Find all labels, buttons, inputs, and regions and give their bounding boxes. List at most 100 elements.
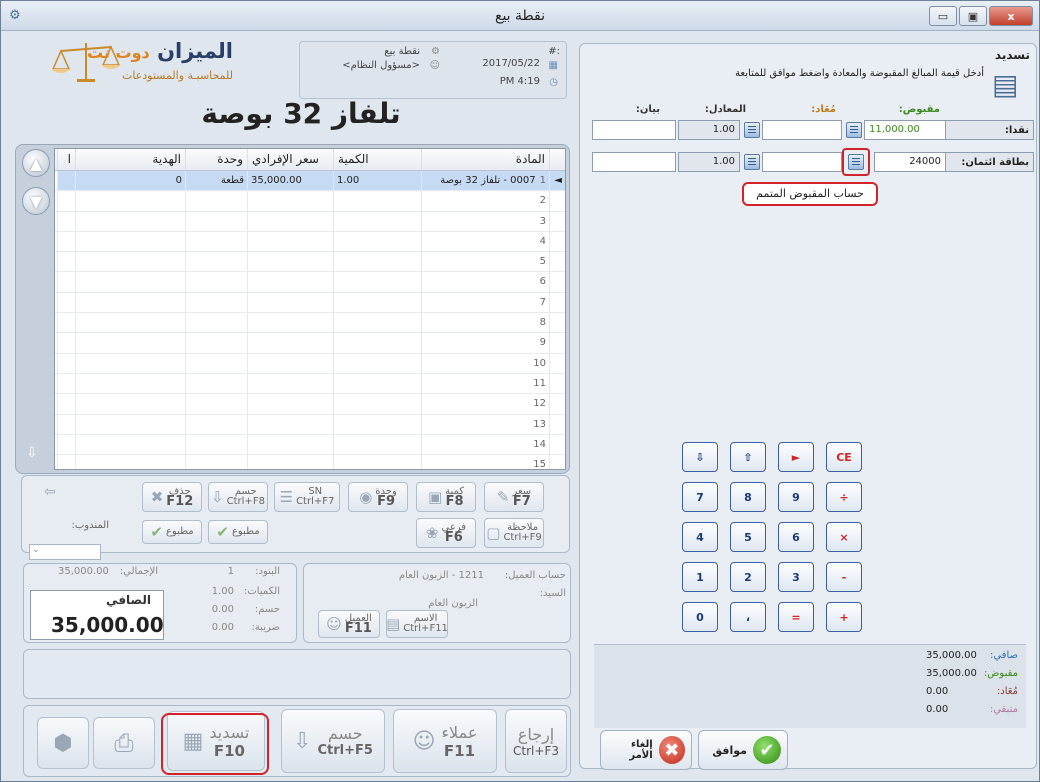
table-row[interactable]: 14 — [55, 434, 565, 456]
header-qty[interactable]: الكمية — [333, 149, 421, 170]
card-returned-input[interactable] — [762, 152, 842, 172]
sub-button[interactable]: فرعي F6 ❀ — [416, 518, 476, 548]
keypad-key[interactable]: ، — [730, 602, 766, 632]
header-price[interactable]: سعر الإفرادي — [247, 149, 333, 170]
cash-note-input[interactable] — [592, 120, 676, 140]
cell-qty — [333, 414, 421, 434]
keypad-key[interactable]: 3 — [778, 562, 814, 592]
keypad-key[interactable]: 1 — [682, 562, 718, 592]
table-row[interactable]: 13 — [55, 414, 565, 435]
cell-item: 14 — [421, 434, 549, 455]
close-button[interactable]: x — [989, 6, 1033, 26]
keypad-key[interactable]: 6 — [778, 522, 814, 552]
down-arrow-icon[interactable]: ⇩ — [26, 445, 38, 461]
item-cell-wrap: 5 — [425, 256, 546, 267]
printed-button-1[interactable]: مطبوع ✔ — [208, 520, 268, 544]
remaining-total-value: 0.00 — [926, 704, 949, 715]
note-key: Ctrl+F9 — [503, 532, 542, 543]
table-row[interactable]: 2 — [55, 191, 565, 212]
keypad-key[interactable]: 9 — [778, 482, 814, 512]
name-button[interactable]: الاسم Ctrl+F11 ▤ — [386, 610, 448, 638]
cell-gift — [75, 434, 185, 455]
cancel-button[interactable]: ✖ إلغاء الأمر — [600, 730, 692, 770]
disc-label: حسم: — [254, 604, 280, 615]
table-row[interactable]: 5 — [55, 252, 565, 273]
table-row[interactable]: 10 — [55, 353, 565, 374]
delete-button[interactable]: حذف F12 ✖ — [142, 482, 202, 512]
minimize-button[interactable]: ▭ — [929, 6, 957, 26]
scroll-down-button[interactable]: ▼ — [22, 187, 50, 215]
unit-button[interactable]: وحدة F9 ◉ — [348, 482, 408, 512]
table-row[interactable]: 7 — [55, 292, 565, 314]
return-key: Ctrl+F3 — [513, 743, 559, 758]
keypad-key[interactable]: ÷ — [826, 482, 862, 512]
row-number: 1 — [539, 175, 546, 186]
return-button[interactable]: إرجاع Ctrl+F3 — [505, 709, 567, 773]
keypad-key[interactable]: - — [826, 562, 862, 592]
printed-button-2[interactable]: مطبوع ✔ — [142, 520, 202, 544]
table-row[interactable]: 6 — [55, 272, 565, 293]
cell-gift — [75, 231, 185, 252]
keypad-key[interactable]: CE — [826, 442, 862, 472]
keypad-key[interactable]: 8 — [730, 482, 766, 512]
cash-calc-icon[interactable] — [846, 122, 862, 138]
ok-button[interactable]: ✔ موافق — [698, 730, 788, 770]
keypad-key[interactable]: ⇩ — [682, 442, 718, 472]
note-icon: ▢ — [486, 524, 501, 542]
keypad-key[interactable]: 5 — [730, 522, 766, 552]
item-cell-wrap: 7 — [425, 297, 546, 308]
cell-price — [247, 252, 333, 272]
client-button[interactable]: العميل F11 ☺ — [318, 610, 380, 638]
table-row[interactable]: 8 — [55, 313, 565, 334]
keypad-key[interactable]: = — [778, 602, 814, 632]
table-row[interactable]: ◄ 1 0007 - تلفاز 32 بوصة 1.00 35,000.00 قطعة 0 — [55, 171, 565, 192]
cash-returned-calc-icon[interactable] — [744, 122, 760, 138]
app-icon[interactable]: ⚙ — [9, 8, 25, 24]
cash-received-input[interactable]: 11,000.00 — [864, 120, 946, 140]
serial-number-button[interactable]: SN Ctrl+F7 ☰ — [274, 482, 340, 512]
table-row[interactable]: 3 — [55, 211, 565, 232]
card-received-input[interactable]: 24000 — [874, 152, 946, 172]
cell-qty — [333, 353, 421, 373]
keypad-key[interactable]: × — [826, 522, 862, 552]
customer-account-label: حساب العميل: — [504, 570, 566, 581]
table-row[interactable]: 9 — [55, 333, 565, 354]
price-button[interactable]: سعر F7 ✎ — [484, 482, 544, 512]
cell-item: 12 — [421, 394, 549, 414]
keypad-key[interactable]: ► — [778, 442, 814, 472]
discount-button[interactable]: حسم Ctrl+F5 ⇩ — [281, 709, 385, 773]
rep-dropdown[interactable]: ⌄ — [29, 544, 101, 560]
cell-gift — [75, 313, 185, 333]
maximize-button[interactable]: ▣ — [959, 6, 987, 26]
discount-line-button[interactable]: حسم Ctrl+F8 ⇩ — [208, 482, 268, 512]
table-row[interactable]: 4 — [55, 231, 565, 253]
cell-item: 1 0007 - تلفاز 32 بوصة — [421, 171, 549, 191]
note-button[interactable]: ملاحظة Ctrl+F9 ▢ — [484, 518, 544, 548]
customers-button[interactable]: عملاء F11 ☺ — [393, 709, 497, 773]
drawer-button[interactable]: ⬢ — [37, 717, 89, 769]
cell-gift — [75, 414, 185, 434]
items-grid[interactable]: المادة الكمية سعر الإفرادي وحدة الهدية ا… — [54, 148, 566, 470]
printed1-label: مطبوع — [231, 526, 260, 537]
card-note-input[interactable] — [592, 152, 676, 172]
card-returned-calc-icon[interactable] — [744, 154, 760, 170]
keypad-key[interactable]: 4 — [682, 522, 718, 552]
header-gift[interactable]: الهدية — [75, 149, 185, 170]
keypad-key[interactable]: + — [826, 602, 862, 632]
cell-price — [247, 292, 333, 313]
header-unit[interactable]: وحدة — [185, 149, 247, 170]
back-arrow-icon[interactable]: ⇦ — [44, 484, 56, 500]
box-icon: ▣ — [427, 488, 443, 506]
print-button[interactable]: ⎙ — [93, 717, 155, 769]
keypad-key[interactable]: 0 — [682, 602, 718, 632]
keypad-key[interactable]: ⇧ — [730, 442, 766, 472]
table-row[interactable]: 12 — [55, 394, 565, 415]
cash-returned-input[interactable] — [762, 120, 842, 140]
scroll-up-button[interactable]: ▲ — [22, 149, 50, 177]
table-row[interactable]: 15 — [55, 455, 565, 469]
keypad-key[interactable]: 7 — [682, 482, 718, 512]
quantity-button[interactable]: كمية F8 ▣ — [416, 482, 476, 512]
header-item[interactable]: المادة — [421, 149, 549, 170]
table-row[interactable]: 11 — [55, 373, 565, 395]
keypad-key[interactable]: 2 — [730, 562, 766, 592]
